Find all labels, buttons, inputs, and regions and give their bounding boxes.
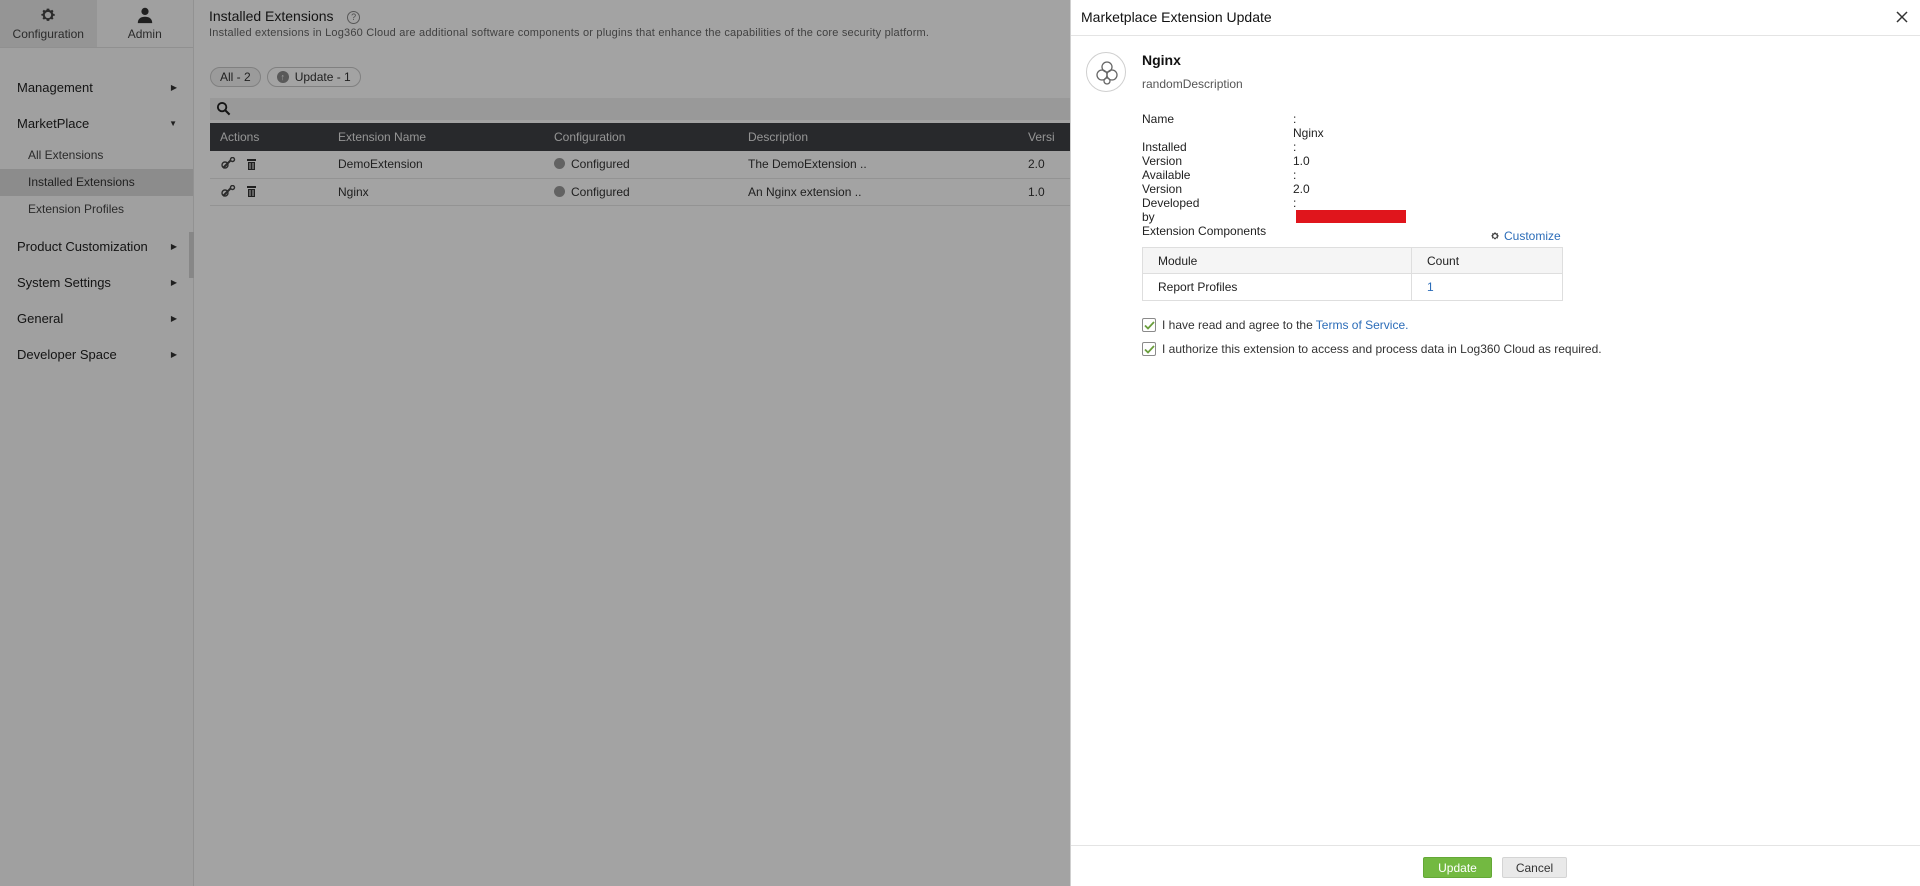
terms-agreement: I have read and agree to the Terms of Se… — [1142, 318, 1408, 332]
terms-label: I have read and agree to the — [1162, 318, 1313, 332]
authorize-checkbox[interactable] — [1142, 342, 1156, 356]
info-value-developer: : — [1293, 196, 1406, 224]
column-header: Module — [1142, 247, 1412, 274]
update-button[interactable]: Update — [1423, 857, 1492, 878]
info-label: Developed by — [1142, 196, 1200, 224]
close-icon[interactable] — [1894, 9, 1910, 25]
info-value: : 2.0 — [1293, 168, 1310, 196]
extension-logo-icon — [1086, 52, 1126, 92]
info-label: Available Version — [1142, 168, 1191, 196]
info-label: Installed Version — [1142, 140, 1187, 168]
drawer-header: Marketplace Extension Update — [1071, 0, 1920, 36]
module-cell: Report Profiles — [1142, 273, 1412, 301]
extension-components-label: Extension Components — [1142, 224, 1267, 238]
checkmark-icon — [1143, 344, 1155, 354]
authorize-agreement: I authorize this extension to access and… — [1142, 342, 1602, 356]
count-link[interactable]: 1 — [1411, 273, 1563, 301]
extension-update-drawer: Marketplace Extension Update Nginx rando… — [1070, 0, 1920, 886]
info-value: : Nginx — [1293, 112, 1324, 140]
customize-label: Customize — [1504, 229, 1561, 243]
gear-icon — [1491, 232, 1499, 240]
extension-name: Nginx — [1142, 52, 1181, 68]
column-header: Count — [1411, 247, 1563, 274]
authorize-label: I authorize this extension to access and… — [1162, 342, 1602, 356]
info-value: : 1.0 — [1293, 140, 1310, 168]
redacted-developer — [1296, 210, 1406, 223]
terms-checkbox[interactable] — [1142, 318, 1156, 332]
info-label: Name — [1142, 112, 1175, 126]
drawer-footer: Update Cancel — [1071, 845, 1920, 886]
drawer-title: Marketplace Extension Update — [1081, 9, 1272, 25]
checkmark-icon — [1143, 320, 1155, 330]
info-value-colon: : — [1293, 196, 1297, 210]
customize-link[interactable]: Customize — [1490, 229, 1561, 243]
table-row: Report Profiles 1 — [1142, 273, 1563, 301]
cancel-button[interactable]: Cancel — [1502, 857, 1567, 878]
components-header-row: Module Count — [1142, 247, 1563, 274]
terms-of-service-link[interactable]: Terms of Service. — [1316, 318, 1409, 332]
modal-overlay[interactable] — [0, 0, 1070, 886]
extension-description: randomDescription — [1142, 77, 1243, 91]
components-table: Module Count Report Profiles 1 — [1142, 247, 1563, 301]
